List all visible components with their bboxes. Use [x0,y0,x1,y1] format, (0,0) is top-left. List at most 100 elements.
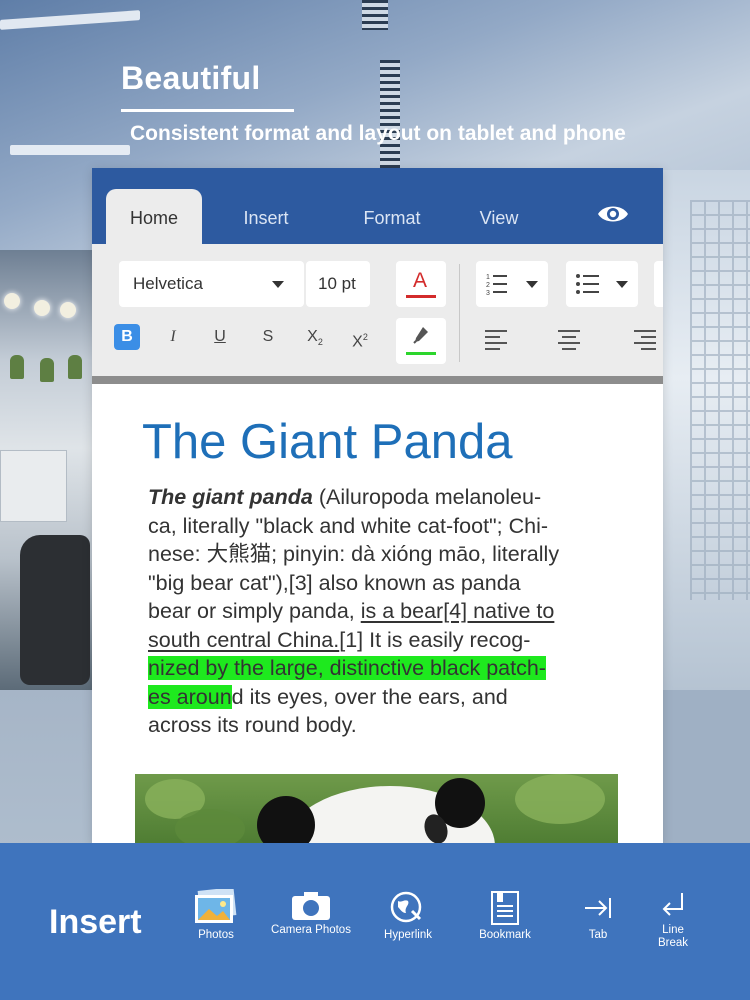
chevron-down-icon [272,281,284,288]
numbered-list-button[interactable]: 1 2 3 [476,261,548,307]
font-name-dropdown[interactable]: Helvetica [119,261,304,307]
font-color-bar [406,295,436,298]
insert-camera-label: Camera Photos [271,924,351,936]
doc-text: nese: 大熊猫; pinyin: dà xióng māo, literal… [148,542,560,566]
highlighted-text: nized by the large, distinctive black pa… [148,656,546,680]
pendant-lamp [60,302,76,318]
align-left-icon[interactable] [485,328,507,350]
ceiling-vent [380,60,400,170]
insert-camera-button[interactable]: Camera Photos [271,878,351,937]
subscript-label: X [307,328,318,345]
font-name-value: Helvetica [133,274,203,293]
tab-arrow-icon [585,898,611,918]
window-grid [690,200,750,600]
ceiling-vent [362,0,388,30]
font-size-value: 10 pt [318,274,356,293]
plant [68,355,82,379]
tab-insert[interactable]: Insert [222,189,310,244]
globe-link-icon [390,891,422,923]
doc-line: "big bear cat"),[3] also known as panda [148,569,618,598]
insert-line-break-button[interactable]: Line Break [633,878,713,950]
tab-view[interactable]: View [462,189,536,244]
ceiling-light [10,145,130,155]
italic-button[interactable]: I [160,324,186,350]
doc-text: ca, literally "black and white cat-foot"… [148,513,549,538]
insert-bookmark-label: Bookmark [479,929,531,941]
superscript-index: 2 [362,332,368,342]
align-center-icon[interactable] [558,328,580,350]
ribbon-separator [459,264,460,362]
doc-line: across its round body. [148,711,618,740]
insert-tab-label: Tab [588,929,608,941]
align-right-icon[interactable] [634,328,656,350]
panda-ear [257,796,315,844]
insert-line-break-label: Line Break [657,924,689,949]
doc-line: nese: 大熊猫; pinyin: dà xióng māo, literal… [148,540,618,569]
doc-text: across its round body. [148,713,357,737]
camera-icon [292,892,330,920]
font-color-icon: A [413,269,428,292]
bullet-list-button[interactable] [566,261,638,307]
insert-title: Insert [49,903,142,941]
pendant-lamp [34,300,50,316]
highlighted-text: es aroun [148,684,232,709]
svg-text:2: 2 [486,282,490,289]
superscript-button[interactable]: X2 [347,324,373,350]
insert-tab-button[interactable]: Tab [558,883,638,942]
insert-hyperlink-button[interactable]: Hyperlink [368,883,448,942]
tab-home[interactable]: Home [106,189,202,244]
superscript-label: X [352,333,363,351]
plant [40,358,54,382]
desk-partition [0,450,67,522]
bullet-list-icon [576,274,599,294]
bold-button[interactable]: B [114,324,140,350]
app-window: Home Insert Format View Helvetica 10 pt … [92,168,663,844]
numbered-list-icon: 1 2 3 [486,274,507,297]
pendant-lamp [4,293,20,309]
insert-photos-label: Photos [198,929,234,941]
line-break-icon [662,893,683,916]
doc-line: bear or simply panda, is a bear[4] nativ… [148,597,618,626]
doc-line: es around its eyes, over the ears, and [148,683,618,712]
highlight-color-bar [406,352,436,355]
svg-text:3: 3 [486,290,490,297]
underlined-text: is a bear[4] native to [360,599,555,623]
document-body[interactable]: The giant panda (Ailuropoda melanoleu- c… [148,483,618,740]
more-ribbon-button[interactable] [654,261,663,307]
eye-icon[interactable] [597,203,629,225]
doc-line: south central China.[1] It is easily rec… [148,626,618,655]
bookmark-icon [491,891,519,925]
subscript-index: 2 [317,337,323,348]
highlight-button[interactable] [396,318,446,364]
headline: Beautiful [121,60,261,96]
foliage [175,809,245,844]
subheadline: Consistent format and layout on tablet a… [130,122,626,145]
document-title[interactable]: The Giant Panda [142,414,512,470]
font-size-field[interactable]: 10 pt [306,261,370,307]
doc-text: d its eyes, over the ears, and [231,684,508,709]
doc-line: nized by the large, distinctive black pa… [148,654,618,683]
bold-phrase: The giant panda [148,485,313,509]
doc-text: "big bear cat"),[3] also known as panda [148,570,521,595]
insert-bookmark-button[interactable]: Bookmark [465,883,545,942]
plant [10,355,24,379]
headline-underline [121,109,294,112]
doc-line: ca, literally "black and white cat-foot"… [148,512,618,541]
subscript-button[interactable]: X2 [302,324,328,350]
chevron-down-icon [526,281,538,288]
svg-text:1: 1 [486,274,490,281]
strikethrough-button[interactable]: S [255,324,281,350]
foliage [515,774,605,824]
doc-text: bear or simply panda, [148,599,361,623]
insert-bar: Insert Photos Camera Photos Hyperlink Bo… [0,843,750,1000]
font-color-button[interactable]: A [396,261,446,307]
doc-text: [1] It is easily recog- [339,627,531,652]
underlined-text: south central China. [148,627,340,652]
underline-button[interactable]: U [207,324,233,350]
highlighter-icon [413,327,428,344]
floor-right [660,690,750,850]
panda-photo[interactable] [135,774,618,844]
tab-format[interactable]: Format [342,189,442,244]
ribbon-divider [92,376,663,384]
insert-photos-button[interactable]: Photos [176,883,256,942]
